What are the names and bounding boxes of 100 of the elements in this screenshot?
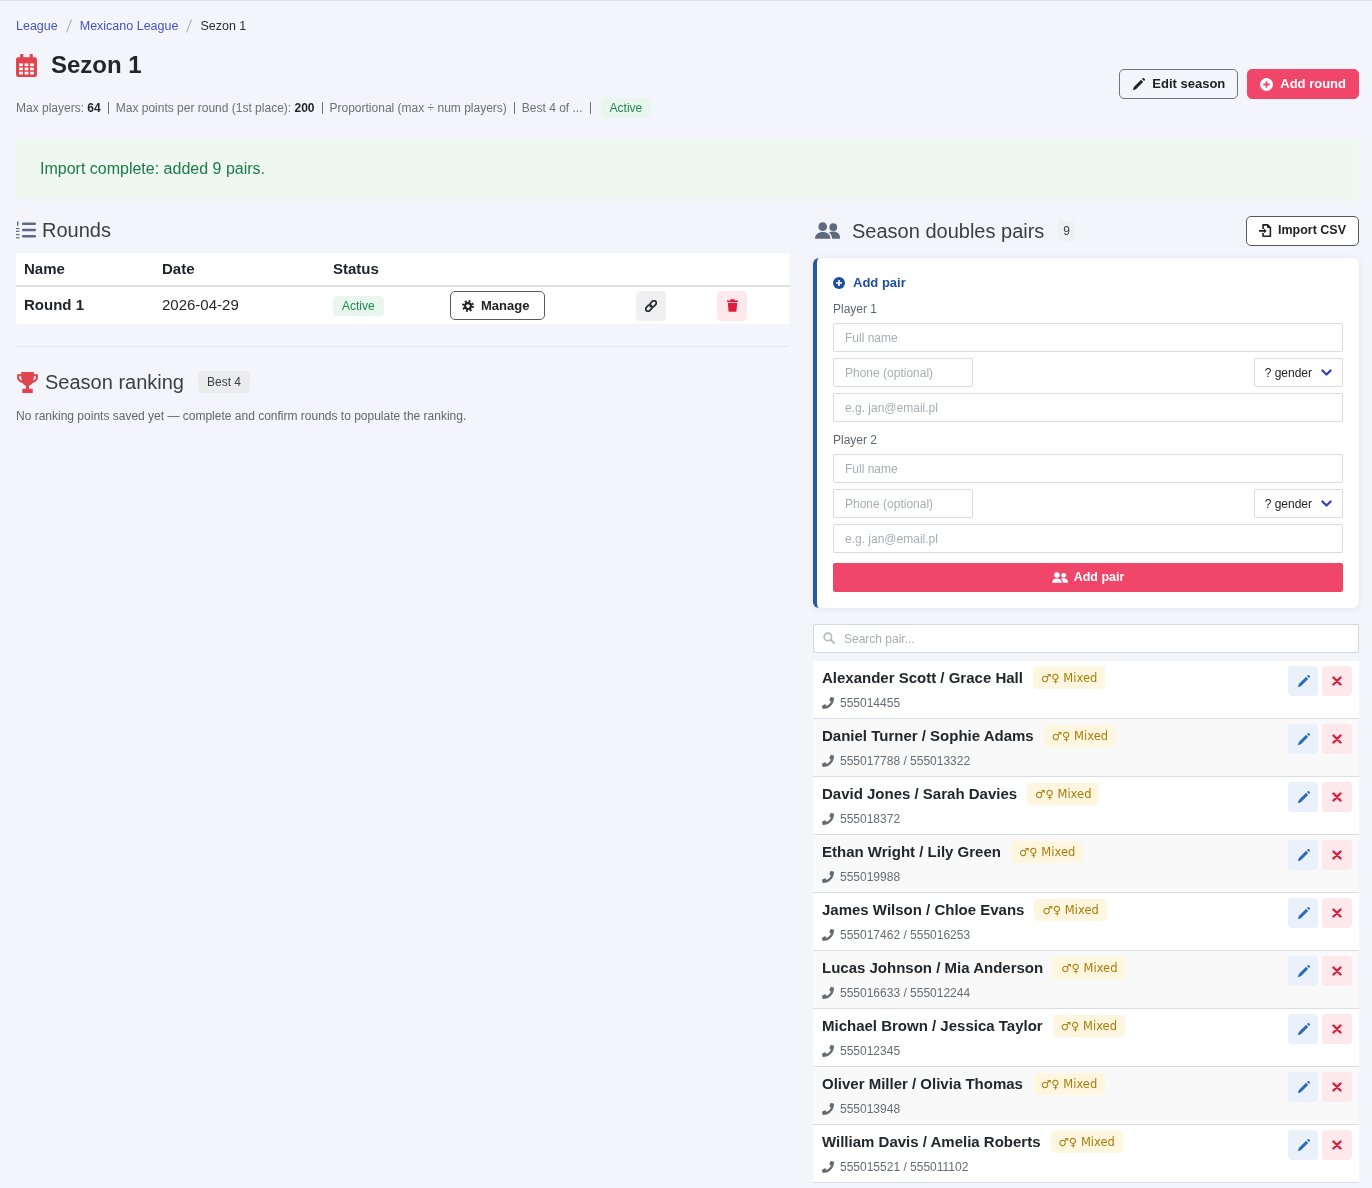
name-input[interactable]: Full name	[833, 454, 1343, 483]
plus-circle-icon	[833, 277, 845, 289]
close-icon	[1332, 734, 1342, 744]
category-badge: ♂♀ Mixed	[1053, 957, 1126, 979]
delete-button[interactable]	[1322, 666, 1352, 696]
edit-button[interactable]	[1288, 898, 1318, 928]
status-badge: Active	[333, 296, 384, 317]
pencil-icon	[1296, 1138, 1310, 1152]
delete-button[interactable]	[1322, 898, 1352, 928]
breadcrumb-separator-icon	[65, 19, 72, 33]
phone-numbers: 555018372	[840, 811, 901, 827]
breadcrumb-separator-icon	[186, 19, 193, 33]
add-round-button[interactable]: Add round	[1247, 69, 1359, 99]
manage-button[interactable]: Manage	[450, 291, 546, 320]
column-header: Date	[162, 259, 195, 277]
section-title: Season ranking	[45, 370, 184, 395]
plus-circle-icon	[1260, 77, 1274, 91]
phone-numbers: 555019988	[840, 869, 901, 885]
pencil-icon	[1296, 964, 1310, 978]
empty-ranking-message: No ranking points saved yet — complete and confirm rounds to populate the ranking.	[16, 408, 468, 424]
search-field[interactable]: Search pair...	[813, 624, 1359, 653]
email-input[interactable]: e.g. jan@email.pl	[833, 524, 1343, 553]
add-pair-button[interactable]: Add pair	[833, 563, 1343, 592]
breadcrumb-link[interactable]: League	[16, 16, 58, 36]
pencil-icon	[1296, 790, 1310, 804]
phone-numbers: 555017788 / 555013322	[840, 753, 971, 769]
delete-button[interactable]	[717, 290, 747, 321]
search-icon	[823, 632, 835, 644]
users-icon	[1051, 572, 1068, 583]
copy-link-button[interactable]	[636, 290, 666, 321]
breadcrumb-link[interactable]: Mexicano League	[79, 16, 179, 36]
edit-button[interactable]	[1288, 666, 1318, 696]
delete-button[interactable]	[1322, 840, 1352, 870]
edit-button[interactable]	[1288, 724, 1318, 754]
import-csv-button[interactable]: Import CSV	[1245, 215, 1359, 246]
trash-icon	[726, 299, 738, 312]
edit-season-button[interactable]: Edit season	[1119, 69, 1239, 99]
close-icon	[1332, 676, 1342, 686]
pair-names: Daniel Turner / Sophie Adams	[822, 726, 1034, 746]
delete-button[interactable]	[1322, 1130, 1352, 1160]
edit-button[interactable]	[1288, 840, 1318, 870]
pair-names: Michael Brown / Jessica Taylor	[822, 1016, 1043, 1036]
close-icon	[1332, 908, 1342, 918]
phone-numbers: 555016633 / 555012244	[840, 985, 971, 1001]
success-alert: Import complete: added 9 pairs.	[16, 138, 1359, 200]
email-input[interactable]: e.g. jan@email.pl	[833, 393, 1343, 422]
edit-button[interactable]	[1288, 1072, 1318, 1102]
category-badge: ♂♀ Mixed	[1034, 899, 1107, 921]
close-icon	[1332, 1140, 1342, 1150]
status-badge: Active	[600, 98, 652, 118]
delete-button[interactable]	[1322, 1072, 1352, 1102]
pair-count-badge: 9	[1058, 220, 1076, 241]
chevron-down-icon	[1321, 369, 1332, 376]
category-badge: ♂♀ Mixed	[1032, 667, 1106, 689]
pencil-icon	[1296, 1080, 1310, 1094]
category-badge: ♂♀ Mixed	[1043, 725, 1117, 747]
edit-button[interactable]	[1288, 1014, 1318, 1044]
trophy-icon	[16, 371, 39, 393]
season-setting: Max players: 64	[16, 100, 101, 117]
pencil-icon	[1296, 1022, 1310, 1036]
edit-button[interactable]	[1288, 956, 1318, 986]
season-setting: Best 4 of ...	[521, 100, 583, 117]
section-title: Season doubles pairs	[852, 218, 1045, 244]
phone-numbers: 555012345	[840, 1043, 901, 1059]
phone-input[interactable]: Phone (optional)	[833, 358, 973, 387]
name-input[interactable]: Full name	[833, 323, 1343, 352]
gender-select[interactable]: ? gender	[1253, 489, 1343, 518]
close-icon	[1332, 792, 1342, 802]
pencil-icon	[1296, 848, 1310, 862]
breadcrumb-current: Sezon 1	[200, 17, 247, 35]
column-header: Status	[333, 259, 379, 277]
delete-button[interactable]	[1322, 782, 1352, 812]
gender-select[interactable]: ? gender	[1253, 358, 1343, 387]
delete-button[interactable]	[1322, 1014, 1352, 1044]
column-header: Name	[24, 259, 65, 277]
player-label: Player 1	[833, 301, 879, 317]
phone-icon	[822, 1103, 834, 1115]
link-icon	[645, 299, 657, 312]
pencil-icon	[1296, 732, 1310, 746]
settings-icon	[462, 299, 474, 312]
phone-icon	[822, 697, 834, 709]
phone-icon	[822, 1161, 834, 1173]
pair-names: Alexander Scott / Grace Hall	[822, 668, 1023, 688]
delete-button[interactable]	[1322, 956, 1352, 986]
users-icon	[815, 222, 840, 239]
edit-button[interactable]	[1288, 1130, 1318, 1160]
pencil-icon	[1296, 674, 1310, 688]
phone-input[interactable]: Phone (optional)	[833, 489, 973, 518]
category-badge: ♂♀ Mixed	[1052, 1015, 1125, 1037]
round-name: Round 1	[24, 296, 84, 314]
season-setting: Proportional (max ÷ num players)	[329, 100, 507, 117]
phone-icon	[822, 929, 834, 941]
phone-numbers: 555014455	[840, 695, 901, 711]
phone-icon	[822, 813, 834, 825]
close-icon	[1332, 966, 1342, 976]
phone-numbers: 555015521 / 555011102	[840, 1159, 969, 1175]
category-badge: ♂♀ Mixed	[1050, 1131, 1123, 1153]
edit-button[interactable]	[1288, 782, 1318, 812]
delete-button[interactable]	[1322, 724, 1352, 754]
pencil-icon	[1296, 906, 1310, 920]
